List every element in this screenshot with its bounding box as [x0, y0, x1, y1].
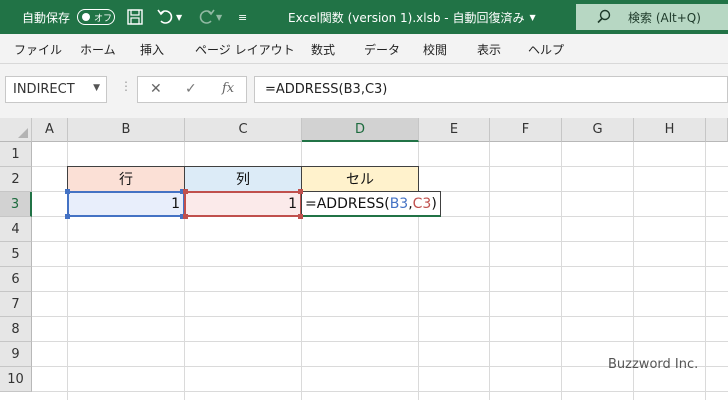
window-title: Excel関数 (version 1).xlsb - 自動回復済み ▼	[288, 0, 536, 34]
name-box[interactable]: INDIRECT ▼	[5, 76, 107, 103]
gridline-h	[32, 266, 728, 267]
row-header-8[interactable]: 8	[0, 317, 32, 342]
name-box-dropdown-icon[interactable]: ▼	[93, 83, 100, 93]
ref-handle[interactable]	[183, 214, 188, 219]
row-header-5[interactable]: 5	[0, 242, 32, 267]
edit-prefix: =ADDRESS(	[305, 195, 390, 212]
edit-ref-c3: C3	[412, 195, 432, 212]
cell-b3-value: 1	[171, 196, 180, 212]
cancel-icon[interactable]: ✕	[150, 81, 162, 97]
enter-icon[interactable]: ✓	[185, 81, 197, 97]
ref-handle[interactable]	[183, 189, 188, 194]
redo-dropdown-icon[interactable]: ▼	[216, 0, 222, 34]
gridline-v	[561, 142, 562, 400]
row-header-10[interactable]: 10	[0, 367, 32, 392]
cell-c2-text: 列	[236, 172, 250, 188]
row-header-7[interactable]: 7	[0, 292, 32, 317]
cell-c3-value: 1	[288, 196, 297, 212]
undo-dropdown-icon[interactable]: ▼	[176, 0, 182, 34]
column-header-a[interactable]: A	[32, 118, 68, 142]
title-bar: 自動保存 オフ ▼ ▼ ≡ Excel関数 (version 1).xlsb -…	[0, 0, 728, 34]
tab-review[interactable]: 校閲	[423, 34, 447, 64]
select-all-icon	[18, 128, 28, 138]
toggle-knob	[82, 13, 90, 21]
column-header-h[interactable]: H	[634, 118, 706, 142]
row-header-2[interactable]: 2	[0, 167, 32, 192]
column-header-b[interactable]: B	[68, 118, 185, 142]
row-header-9[interactable]: 9	[0, 342, 32, 367]
row-header-4[interactable]: 4	[0, 217, 32, 242]
edit-suffix: )	[431, 195, 437, 212]
cell-d3-editing[interactable]: =ADDRESS(B3, C3)	[301, 191, 441, 217]
search-icon	[596, 9, 612, 25]
gridline-h	[32, 241, 728, 242]
gridline-v	[489, 142, 490, 400]
tab-help[interactable]: ヘルプ	[528, 34, 564, 64]
ref-handle[interactable]	[298, 189, 303, 194]
cell-b2[interactable]: 行	[67, 166, 185, 192]
column-header-c[interactable]: C	[185, 118, 302, 142]
customize-qat-icon[interactable]: ≡	[238, 0, 247, 34]
undo-icon[interactable]	[156, 0, 176, 34]
gridline-h	[32, 341, 728, 342]
title-chevron-icon[interactable]: ▼	[529, 13, 535, 22]
gridline-h	[32, 316, 728, 317]
search-box[interactable]: 検索 (Alt+Q)	[576, 4, 728, 30]
tab-formulas[interactable]: 数式	[311, 34, 335, 64]
tab-home[interactable]: ホーム	[80, 34, 116, 64]
edit-ref-b3: B3	[389, 195, 409, 212]
formula-bar-grip-icon: ⋮	[120, 79, 132, 93]
redo-icon[interactable]	[196, 0, 216, 34]
tab-file[interactable]: ファイル	[14, 34, 62, 64]
autosave-state: オフ	[94, 13, 113, 24]
gridline-h	[32, 291, 728, 292]
tab-view[interactable]: 表示	[477, 34, 501, 64]
column-header-d[interactable]: D	[302, 118, 419, 142]
cell-c2[interactable]: 列	[184, 166, 302, 192]
column-header-e[interactable]: E	[419, 118, 490, 142]
ribbon-tabs: ファイル ホーム 挿入 ページ レイアウト 数式 データ 校閲 表示 ヘルプ	[0, 34, 728, 64]
row-header-6[interactable]: 6	[0, 267, 32, 292]
watermark: Buzzword Inc.	[608, 357, 699, 372]
formula-buttons: ✕ ✓ fx	[137, 76, 247, 103]
autosave-label: 自動保存	[22, 10, 71, 25]
ref-handle[interactable]	[65, 214, 70, 219]
gridline-h	[32, 391, 728, 392]
column-header-g[interactable]: G	[562, 118, 634, 142]
insert-function-icon[interactable]: fx	[222, 81, 234, 96]
cell-b2-text: 行	[119, 172, 133, 188]
ref-handle[interactable]	[65, 189, 70, 194]
cell-c3[interactable]: 1	[184, 191, 302, 217]
name-box-value: INDIRECT	[13, 82, 75, 97]
tab-data[interactable]: データ	[364, 34, 400, 64]
cell-d2[interactable]: セル	[301, 166, 419, 192]
file-name: Excel関数 (version 1).xlsb - 自動回復済み	[288, 10, 525, 25]
cell-d2-text: セル	[346, 172, 374, 188]
formula-text: =ADDRESS(B3,C3)	[265, 82, 388, 97]
select-all-button[interactable]	[0, 118, 32, 142]
gridline-v	[705, 142, 706, 400]
save-icon[interactable]	[126, 0, 144, 34]
tab-page-layout[interactable]: ページ レイアウト	[195, 34, 295, 64]
formula-input[interactable]: =ADDRESS(B3,C3)	[254, 76, 728, 103]
search-label: 検索 (Alt+Q)	[628, 10, 701, 25]
row-header-3[interactable]: 3	[0, 192, 32, 217]
row-header-1[interactable]: 1	[0, 142, 32, 167]
autosave-toggle[interactable]: オフ	[77, 9, 115, 25]
tab-insert[interactable]: 挿入	[140, 34, 164, 64]
column-header-next[interactable]	[706, 118, 728, 142]
ref-handle[interactable]	[298, 214, 303, 219]
cell-b3[interactable]: 1	[67, 191, 185, 217]
column-header-f[interactable]: F	[490, 118, 562, 142]
formula-bar: INDIRECT ▼ ⋮ ✕ ✓ fx =ADDRESS(B3,C3)	[0, 64, 728, 118]
